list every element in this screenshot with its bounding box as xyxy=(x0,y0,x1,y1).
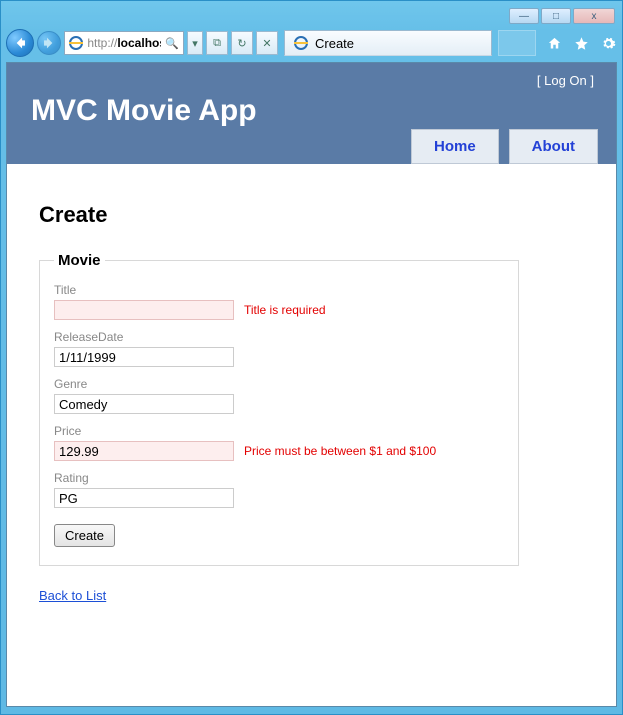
tab-title: Create xyxy=(315,36,354,51)
field-price: Price Price must be between $1 and $100 xyxy=(54,424,504,461)
arrow-right-icon xyxy=(42,36,56,50)
label-rating: Rating xyxy=(54,471,504,485)
refresh-button[interactable]: ↻ xyxy=(231,31,253,55)
error-price: Price must be between $1 and $100 xyxy=(244,444,436,458)
back-button[interactable] xyxy=(6,29,34,57)
new-tab-area[interactable] xyxy=(498,30,536,56)
fieldset-legend: Movie xyxy=(54,252,105,269)
maximize-button[interactable]: □ xyxy=(541,8,571,24)
nav-home[interactable]: Home xyxy=(411,129,499,164)
url-text: http://localhost xyxy=(87,36,161,50)
input-genre[interactable] xyxy=(54,394,234,414)
label-price: Price xyxy=(54,424,504,438)
browser-toolbar: http://localhost 🔍 ▾ ⧉ ↻ ✕ Create xyxy=(6,28,617,58)
field-title: Title Title is required xyxy=(54,283,504,320)
site-header: [ Log On ] MVC Movie App Home About xyxy=(7,63,616,164)
viewport: [ Log On ] MVC Movie App Home About Crea… xyxy=(6,62,617,707)
gear-icon[interactable] xyxy=(599,34,617,52)
label-genre: Genre xyxy=(54,377,504,391)
nav-tabs: Home About xyxy=(411,129,598,164)
input-price[interactable] xyxy=(54,441,234,461)
back-to-list-link[interactable]: Back to List xyxy=(39,588,106,603)
nav-about[interactable]: About xyxy=(509,129,598,164)
input-rating[interactable] xyxy=(54,488,234,508)
label-releasedate: ReleaseDate xyxy=(54,330,504,344)
close-button[interactable]: x xyxy=(573,8,615,24)
logon-link[interactable]: Log On xyxy=(544,73,587,88)
error-title: Title is required xyxy=(244,303,326,317)
window-frame: — □ x http://localhost 🔍 ▾ ⧉ ↻ ✕ Create xyxy=(0,0,623,715)
ie-icon xyxy=(69,35,83,51)
titlebar: — □ x xyxy=(6,6,617,26)
star-icon[interactable] xyxy=(572,34,590,52)
page-heading: Create xyxy=(39,202,584,228)
search-icon[interactable]: 🔍 xyxy=(165,37,179,50)
input-releasedate[interactable] xyxy=(54,347,234,367)
browser-tab[interactable]: Create xyxy=(284,30,492,56)
address-bar[interactable]: http://localhost 🔍 xyxy=(64,31,184,55)
stop-button[interactable]: ✕ xyxy=(256,31,278,55)
arrow-left-icon xyxy=(13,36,27,50)
login-display: [ Log On ] xyxy=(31,63,598,88)
label-title: Title xyxy=(54,283,504,297)
field-releasedate: ReleaseDate xyxy=(54,330,504,367)
address-dropdown[interactable]: ▾ xyxy=(187,31,203,55)
movie-fieldset: Movie Title Title is required ReleaseDat… xyxy=(39,252,519,566)
input-title[interactable] xyxy=(54,300,234,320)
field-rating: Rating xyxy=(54,471,504,508)
page-body: Create Movie Title Title is required Rel… xyxy=(7,164,616,631)
forward-button[interactable] xyxy=(37,31,61,55)
field-genre: Genre xyxy=(54,377,504,414)
minimize-button[interactable]: — xyxy=(509,8,539,24)
home-icon[interactable] xyxy=(545,34,563,52)
create-button[interactable]: Create xyxy=(54,524,115,547)
ie-icon xyxy=(293,35,309,51)
compat-view-button[interactable]: ⧉ xyxy=(206,31,228,55)
